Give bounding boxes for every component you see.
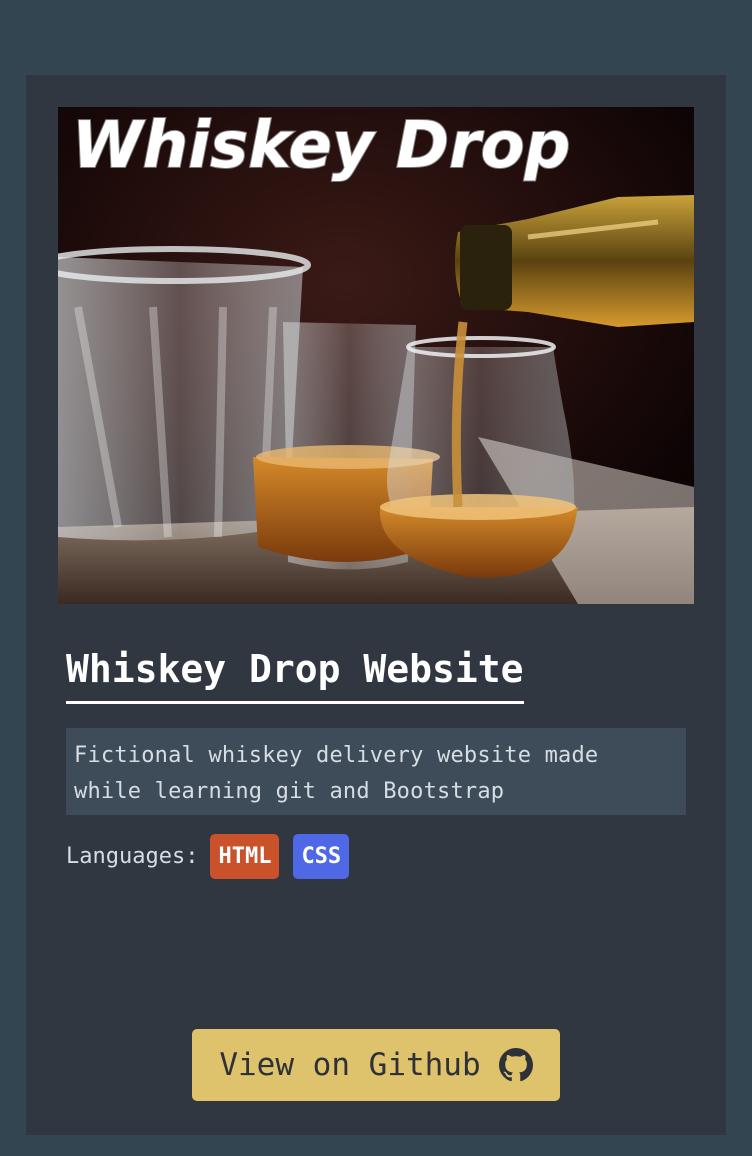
project-description: Fictional whiskey delivery website made … (66, 728, 686, 815)
languages-row: Languages: HTML CSS (66, 834, 363, 879)
github-icon (498, 1048, 533, 1082)
language-badge-html: HTML (210, 834, 280, 879)
github-button-label: View on Github (219, 1047, 481, 1083)
image-logo-text: Whiskey Drop (72, 109, 570, 183)
description-line: Fictional whiskey delivery website made (74, 743, 599, 768)
project-card: Whiskey Drop Whiskey Drop Website Fictio… (26, 75, 726, 1135)
languages-label: Languages: (66, 844, 199, 869)
view-on-github-button[interactable]: View on Github (192, 1029, 560, 1101)
project-image: Whiskey Drop (58, 107, 694, 604)
project-title: Whiskey Drop Website (66, 645, 524, 704)
language-badge-css: CSS (293, 834, 350, 879)
description-line: while learning git and Bootstrap (74, 779, 505, 804)
